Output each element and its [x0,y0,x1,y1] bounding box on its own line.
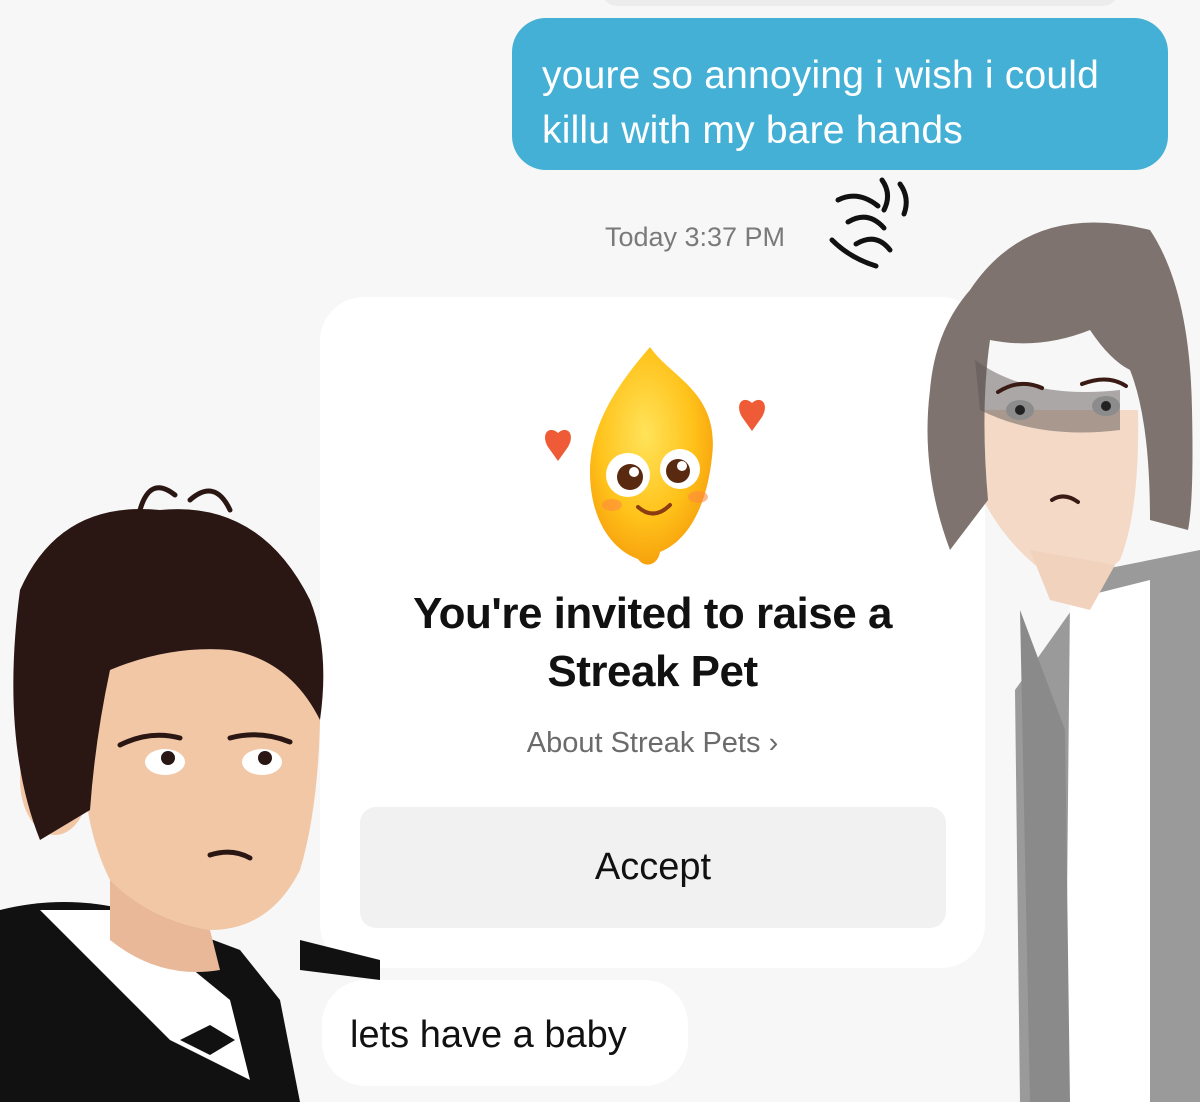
message-timestamp: Today 3:37 PM [604,222,786,252]
sent-message-text: youre so annoying i wish i could killu w… [542,54,1100,152]
sent-message-bubble[interactable]: youre so annoying i wish i could killu w… [512,18,1168,170]
accept-label: Accept [594,846,712,888]
about-link-label: About Streak Pets [526,727,761,759]
annoyed-woman-illustration [829,177,1200,1102]
streak-pet-flame-icon [545,347,765,565]
previous-message-bubble [600,0,1120,6]
man-in-suit-illustration [0,485,380,1102]
chevron-right-icon: › [768,727,779,759]
chat-thread: youre so annoying i wish i could killu w… [0,0,1200,1102]
received-message-text: lets have a baby [350,1014,627,1056]
